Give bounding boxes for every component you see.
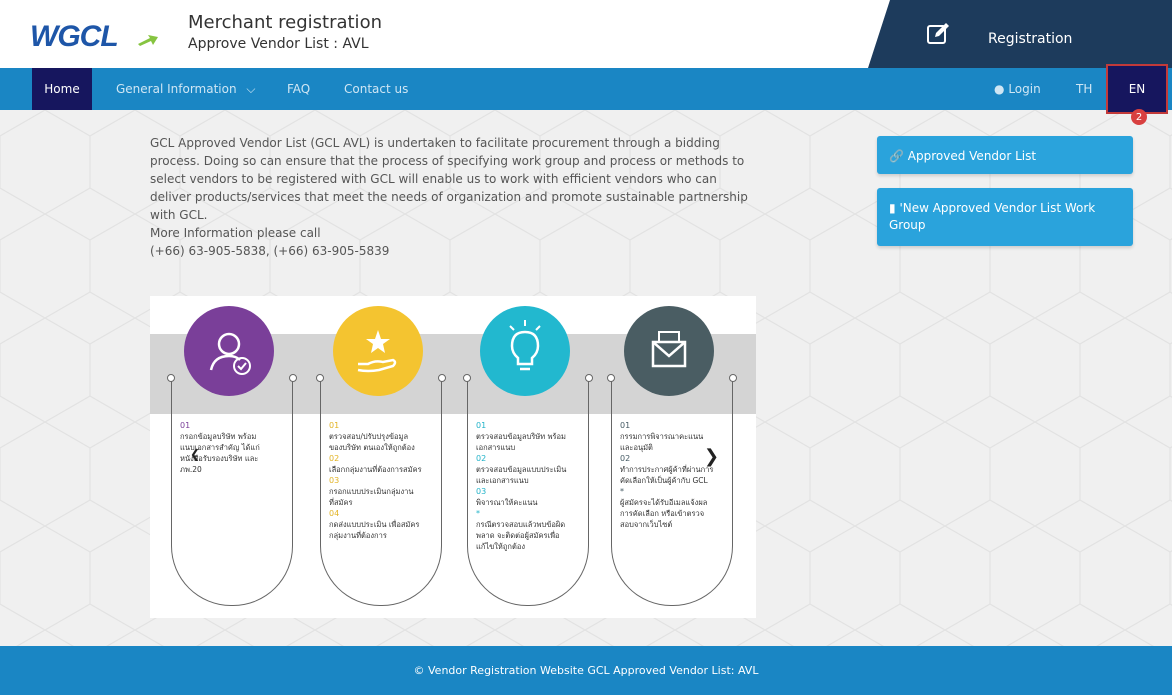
title-block: Merchant registration Approve Vendor Lis…: [188, 12, 382, 54]
step-connector-dot: [438, 374, 446, 382]
phone-numbers: (+66) 63-905-5838, (+66) 63-905-5839: [150, 244, 390, 258]
step-outline: [171, 378, 293, 606]
edit-icon[interactable]: [926, 22, 950, 46]
step-line: ตรวจสอบข้อมูลแบบประเมิน: [476, 465, 567, 474]
nav-home[interactable]: Home: [32, 68, 92, 110]
step-number: 03: [329, 476, 340, 485]
page-title: Merchant registration: [188, 12, 382, 33]
step-connector-dot: [585, 374, 593, 382]
step-line: ตรวจสอบ/ปรับปรุงข้อมูล: [329, 432, 409, 441]
approved-vendor-list-button[interactable]: 🔗 Approved Vendor List: [877, 136, 1133, 174]
step-line: กรอกแบบประเมินกลุ่มงาน: [329, 487, 414, 496]
new-avl-work-group-label: 'New Approved Vendor List Work Group: [889, 201, 1096, 232]
notification-badge: 2: [1131, 109, 1147, 125]
step-line: ตรวจสอบข้อมูลบริษัท พร้อม: [476, 432, 566, 441]
step-line: ผู้สมัครจะได้รับอีเมลแจ้งผล: [620, 498, 708, 507]
step-number: 01: [476, 421, 487, 430]
step-line: กดส่งแบบประเมิน เพื่อสมัคร: [329, 520, 420, 529]
site-footer: © Vendor Registration Website GCL Approv…: [0, 646, 1172, 695]
lang-en[interactable]: EN: [1106, 64, 1168, 114]
next-slide-icon[interactable]: ❯: [704, 446, 719, 467]
step-connector-dot: [316, 374, 324, 382]
step-text: 01 ตรวจสอบข้อมูลบริษัท พร้อมเอกสารแนบ 02 ตร…: [476, 420, 586, 552]
logo-arrow-icon: [138, 35, 158, 46]
user-icon: ●: [994, 82, 1005, 96]
step-connector-dot: [607, 374, 615, 382]
link-icon: 🔗: [889, 149, 904, 163]
step-line: เอกสารแนบ: [476, 443, 516, 452]
step-line: กลุ่มงานที่ต้องการ: [329, 531, 387, 540]
step-line: กรอกข้อมูลบริษัท พร้อม: [180, 432, 257, 441]
new-avl-work-group-button[interactable]: ▮ 'New Approved Vendor List Work Group: [877, 188, 1133, 246]
step-number: *: [476, 509, 480, 518]
step-number: 01: [620, 421, 631, 430]
logo[interactable]: WGCL: [30, 20, 119, 54]
prev-slide-icon[interactable]: ❮: [190, 447, 200, 461]
step-number: 03: [476, 487, 487, 496]
step-number: 01: [180, 421, 191, 430]
nav-login[interactable]: ● Login: [994, 82, 1041, 96]
step-connector-dot: [167, 374, 175, 382]
step-line: และเอกสารแนบ: [476, 476, 529, 485]
page-subtitle: Approve Vendor List : AVL: [188, 36, 369, 52]
step-text: 01 ตรวจสอบ/ปรับปรุงข้อมูลของบริษัท ตนเองใ…: [329, 420, 439, 541]
step-line: ภพ.20: [180, 465, 202, 474]
step-line: ของบริษัท ตนเองให้ถูกต้อง: [329, 443, 415, 452]
step-line: กรรมการพิจารณาคะแนน: [620, 432, 704, 441]
step-line: เลือกกลุ่มงานที่ต้องการสมัคร: [329, 465, 422, 474]
nav-login-label: Login: [1008, 82, 1041, 96]
step-line: สอบจากเว็บไซต์: [620, 520, 673, 529]
registration-label[interactable]: Registration: [988, 31, 1072, 47]
step-number: 02: [476, 454, 487, 463]
step-line: ที่สมัคร: [329, 498, 353, 507]
step-text: 01 กรรมการพิจารณาคะแนน และอนุมัติ 02 ทำการปร…: [620, 420, 730, 530]
step-line: แก้ไขให้ถูกต้อง: [476, 542, 525, 551]
document-icon: ▮: [889, 201, 896, 215]
chevron-down-icon: ⌵: [246, 82, 256, 96]
step-number: 02: [329, 454, 340, 463]
step-line: คัดเลือกให้เป็นผู้ค้ากับ GCL: [620, 476, 708, 485]
nav-general-information[interactable]: General Information ⌵: [116, 82, 256, 97]
approved-vendor-list-label: Approved Vendor List: [907, 149, 1037, 163]
step-number: 04: [329, 509, 340, 518]
intro-paragraph: GCL Approved Vendor List (GCL AVL) is un…: [150, 136, 748, 222]
step-line: พิจารณาให้คะแนน: [476, 498, 538, 507]
lang-th[interactable]: TH: [1076, 82, 1092, 96]
step-number: *: [620, 487, 624, 496]
step-line: กรณีตรวจสอบแล้วพบข้อผิด: [476, 520, 566, 529]
step-connector-dot: [289, 374, 297, 382]
step-connector-dot: [729, 374, 737, 382]
step-line: การคัดเลือก หรือเข้าตรวจ: [620, 509, 705, 518]
intro-text: GCL Approved Vendor List (GCL AVL) is un…: [150, 134, 750, 260]
step-line: พลาด จะติดต่อผู้สมัครเพื่อ: [476, 531, 560, 540]
more-info: More Information please call: [150, 226, 321, 240]
nav-general-information-label: General Information: [116, 82, 237, 96]
nav-contact[interactable]: Contact us: [344, 82, 408, 96]
nav-faq[interactable]: FAQ: [287, 82, 310, 96]
step-connector-dot: [463, 374, 471, 382]
process-infographic: 01 กรอกข้อมูลบริษัท พร้อม แนบเอกสารสำคัญ ไ…: [150, 296, 756, 618]
step-number: 01: [329, 421, 340, 430]
